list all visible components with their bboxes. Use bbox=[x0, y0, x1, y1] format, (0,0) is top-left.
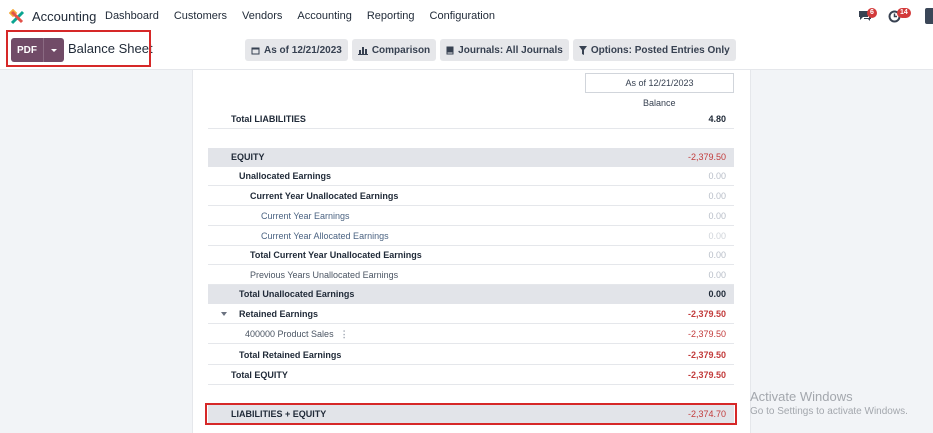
report-row[interactable]: Total EQUITY -2,379.50 bbox=[208, 366, 734, 385]
journals-filter-button[interactable]: Journals: All Journals bbox=[440, 39, 569, 61]
row-label: EQUITY bbox=[231, 152, 265, 162]
accounting-app-icon[interactable] bbox=[9, 9, 25, 25]
row-label: Unallocated Earnings bbox=[239, 171, 332, 181]
date-filter-label: As of 12/21/2023 bbox=[264, 44, 342, 56]
app-name[interactable]: Accounting bbox=[32, 9, 96, 24]
row-value: -2,379.50 bbox=[687, 370, 726, 380]
column-header-balance: Balance bbox=[643, 98, 676, 108]
row-label: Total LIABILITIES bbox=[231, 114, 306, 124]
row-value: 0.00 bbox=[708, 270, 726, 280]
windows-activation-title: Activate Windows bbox=[750, 389, 853, 404]
row-value: 0.00 bbox=[708, 171, 726, 181]
menu-dashboard[interactable]: Dashboard bbox=[105, 10, 159, 22]
row-value: 4.80 bbox=[708, 114, 726, 124]
report-row[interactable]: Total Retained Earnings -2,379.50 bbox=[208, 346, 734, 365]
menu-accounting[interactable]: Accounting bbox=[297, 10, 351, 22]
caret-down-icon[interactable] bbox=[221, 312, 227, 316]
row-label: Current Year Unallocated Earnings bbox=[250, 191, 399, 201]
account-line: 400000 Product Sales ⋮ bbox=[245, 329, 349, 340]
row-label: Previous Years Unallocated Earnings bbox=[250, 270, 399, 280]
options-filter-button[interactable]: Options: Posted Entries Only bbox=[572, 39, 736, 61]
row-value: -2,379.50 bbox=[687, 152, 726, 162]
column-header-date: As of 12/21/2023 bbox=[585, 73, 734, 93]
row-value: 0.00 bbox=[708, 289, 726, 299]
book-icon bbox=[446, 46, 454, 54]
report-row[interactable]: Current Year Unallocated Earnings 0.00 bbox=[208, 187, 734, 206]
report-row[interactable]: Total Current Year Unallocated Earnings … bbox=[208, 246, 734, 265]
comparison-button[interactable]: Comparison bbox=[351, 39, 437, 61]
row-value: 0.00 bbox=[708, 211, 726, 221]
top-navbar: Accounting Dashboard Customers Vendors A… bbox=[0, 0, 933, 33]
filter-icon bbox=[578, 45, 587, 55]
avatar[interactable] bbox=[925, 8, 933, 24]
row-label: Total Current Year Unallocated Earnings bbox=[250, 250, 422, 260]
menu-reporting[interactable]: Reporting bbox=[367, 10, 415, 22]
row-value: -2,379.50 bbox=[687, 329, 726, 339]
report-row[interactable]: 400000 Product Sales ⋮ -2,379.50 bbox=[208, 325, 734, 344]
journals-filter-label: Journals: All Journals bbox=[458, 44, 563, 56]
options-filter-label: Options: Posted Entries Only bbox=[590, 44, 730, 56]
highlight-box bbox=[6, 30, 151, 67]
date-filter-button[interactable]: As of 12/21/2023 bbox=[245, 39, 348, 61]
row-value: 0.00 bbox=[708, 191, 726, 201]
kebab-icon[interactable]: ⋮ bbox=[340, 329, 349, 340]
windows-activation-hint: Go to Settings to activate Windows. bbox=[750, 406, 908, 417]
highlight-box bbox=[205, 403, 737, 425]
bar-chart-icon bbox=[357, 46, 368, 55]
row-label: Current Year Earnings bbox=[261, 211, 350, 221]
row-label: Retained Earnings bbox=[239, 309, 319, 319]
row-label: Total Unallocated Earnings bbox=[239, 289, 355, 299]
row-value: -2,379.50 bbox=[687, 350, 726, 360]
report-row[interactable]: Current Year Earnings 0.00 bbox=[208, 207, 734, 226]
report-row[interactable]: EQUITY -2,379.50 bbox=[208, 148, 734, 167]
chat-count-badge: 6 bbox=[867, 8, 877, 18]
report-row[interactable]: Unallocated Earnings 0.00 bbox=[208, 167, 734, 186]
main-menu: Dashboard Customers Vendors Accounting R… bbox=[105, 10, 510, 22]
row-value: 0.00 bbox=[708, 250, 726, 260]
filter-bar: As of 12/21/2023 Comparison Journals: Al… bbox=[245, 39, 740, 61]
calendar-icon bbox=[251, 47, 260, 54]
menu-vendors[interactable]: Vendors bbox=[242, 10, 282, 22]
activity-count-badge: 14 bbox=[897, 8, 911, 18]
report-row[interactable]: Total LIABILITIES 4.80 bbox=[208, 110, 734, 129]
row-label: Total EQUITY bbox=[231, 370, 288, 380]
row-value: 0.00 bbox=[708, 231, 726, 241]
row-label: Current Year Allocated Earnings bbox=[261, 231, 389, 241]
menu-customers[interactable]: Customers bbox=[174, 10, 227, 22]
comparison-label: Comparison bbox=[371, 44, 431, 56]
report-row[interactable]: Total Unallocated Earnings 0.00 bbox=[208, 285, 734, 304]
row-label: Total Retained Earnings bbox=[239, 350, 342, 360]
menu-configuration[interactable]: Configuration bbox=[430, 10, 495, 22]
report-row[interactable]: Retained Earnings -2,379.50 bbox=[208, 305, 734, 324]
row-label: 400000 Product Sales bbox=[245, 329, 334, 339]
report-row[interactable]: Previous Years Unallocated Earnings 0.00 bbox=[208, 266, 734, 285]
row-value: -2,379.50 bbox=[687, 309, 726, 319]
report-row[interactable]: Current Year Allocated Earnings 0.00 bbox=[208, 227, 734, 246]
